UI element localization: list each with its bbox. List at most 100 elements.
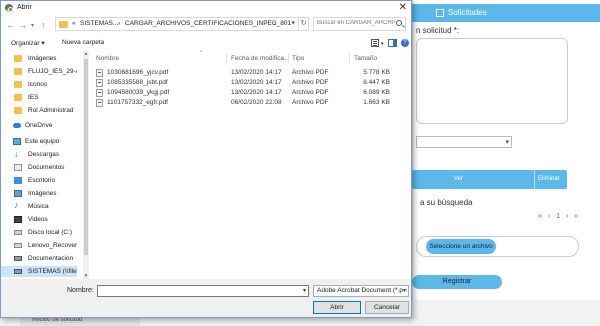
file-row[interactable]: 1030681696_yjcv.pdf 13/02/2020 14:17 Archi… xyxy=(90,68,410,78)
dialog-footer: Nombre: ▾ Adobe Acrobat Document (*.pd ▾… xyxy=(1,279,411,317)
file-modified: 13/02/2020 14:17 xyxy=(231,89,282,96)
sidebar-item-label: Lenovo_Recover xyxy=(28,242,77,249)
help-icon[interactable]: ? xyxy=(401,39,409,47)
file-row[interactable]: 1085335588_jsbt.pdf 13/02/2020 14:17 Archi… xyxy=(90,78,410,88)
request-textarea[interactable] xyxy=(416,38,568,124)
filename-label: Nombre: xyxy=(67,287,94,294)
file-row[interactable]: 1094580039_ykgj.pdf 13/02/2020 14:17 Archi… xyxy=(90,88,410,98)
sidebar-item[interactable]: FLUJO_IES_29-AB xyxy=(1,66,77,77)
sidebar-item[interactable]: Imágenes xyxy=(1,188,77,199)
drive-icon xyxy=(14,230,22,235)
chevron-down-icon: ▾ xyxy=(402,286,406,296)
sidebar-item[interactable]: Documentos xyxy=(1,162,77,173)
sort-chevron-icon: ^ xyxy=(200,50,203,56)
refresh-icon[interactable]: ↻ xyxy=(299,17,309,31)
folder-icon xyxy=(14,94,22,101)
sidebar-item[interactable]: Imágenes✱ xyxy=(1,53,77,64)
file-type-select[interactable]: Adobe Acrobat Document (*.pd ▾ xyxy=(313,285,409,297)
file-type: Archivo PDF xyxy=(292,69,329,76)
sidebar-item[interactable]: Descargas xyxy=(1,149,77,160)
new-folder-button[interactable]: Nueva carpeta xyxy=(62,39,104,46)
recent-chevron-icon[interactable]: ▾ xyxy=(31,22,34,29)
sidebar-item[interactable]: IES xyxy=(1,92,77,103)
chevron-down-icon[interactable]: ▾ xyxy=(303,287,306,294)
column-divider xyxy=(349,53,350,63)
pictures-icon xyxy=(14,190,22,197)
file-modified: 06/02/2020 22:08 xyxy=(231,99,282,106)
preview-pane-icon[interactable] xyxy=(388,39,397,47)
sidebar-item[interactable]: Videos xyxy=(1,214,77,225)
close-icon[interactable]: ✕ xyxy=(399,2,407,13)
column-name[interactable]: Nombre xyxy=(96,55,119,62)
open-button[interactable]: Abrir xyxy=(313,301,361,314)
list-icon xyxy=(436,9,444,17)
pdf-file-icon xyxy=(96,99,103,107)
delete-column-label: Eliminar xyxy=(538,176,560,182)
page-header: Solicitudes xyxy=(412,4,600,22)
chevron-down-icon: ▾ xyxy=(505,139,509,146)
search-icon xyxy=(396,20,402,26)
sidebar-item[interactable]: Lenovo_Recover xyxy=(1,240,77,251)
file-list: ^ Nombre Fecha de modifica... Tipo Tamañ… xyxy=(90,50,410,279)
sidebar-item[interactable]: Escritorio xyxy=(1,175,77,186)
request-label: n solicitud *: xyxy=(416,26,460,35)
computer-icon xyxy=(13,138,21,145)
breadcrumb-sistemas[interactable]: SISTEMAS... xyxy=(80,20,118,27)
file-size: 5.778 KB xyxy=(363,69,390,76)
view-options-icon[interactable] xyxy=(371,39,379,47)
forward-arrow-icon[interactable]: → xyxy=(18,20,27,30)
sidebar-item[interactable]: Documentacion xyxy=(1,253,77,264)
search-input[interactable]: Buscar en CARGAR_ARCHIVO... xyxy=(313,17,406,31)
back-arrow-icon[interactable]: ← xyxy=(6,20,15,30)
document-icon xyxy=(14,164,22,171)
column-size[interactable]: Tamaño xyxy=(354,55,377,62)
cloud-icon xyxy=(13,123,21,128)
dialog-titlebar[interactable]: Abrir ✕ xyxy=(1,1,411,15)
folder-icon xyxy=(14,68,22,75)
sidebar-item-label: Disco local (C:) xyxy=(28,229,73,236)
file-row[interactable]: 1101757332_egfr.pdf 06/02/2020 22:08 Archi… xyxy=(90,98,410,108)
sidebar-item-label: IES xyxy=(28,94,39,101)
sidebar-item[interactable]: OneDrive xyxy=(1,120,77,131)
breadcrumb-current-folder[interactable]: CARGAR_ARCHIVOS_CERTIFICACIONES_INPEC_80… xyxy=(125,20,291,27)
select-file-button[interactable]: Seleccione un archivo xyxy=(426,239,496,254)
pagination[interactable]: « ‹ 1 › » xyxy=(538,213,580,220)
navigation-pane: Imágenes✱ FLUJO_IES_29-AB Iconos IES Rol Adm… xyxy=(1,51,83,279)
dialog-toolbar: Organizar ▾ Nueva carpeta ▾ ? xyxy=(1,36,411,50)
chevron-down-icon[interactable]: ▾ xyxy=(291,19,295,27)
column-type[interactable]: Tipo xyxy=(292,55,304,62)
column-modified[interactable]: Fecha de modifica... xyxy=(231,55,290,62)
filename-input[interactable]: ▾ xyxy=(97,285,309,297)
scroll-thumb[interactable] xyxy=(84,59,88,255)
up-arrow-icon[interactable]: ↑ xyxy=(41,20,46,30)
sidebar-item[interactable]: Este equipo xyxy=(1,136,77,147)
category-select[interactable]: ▾ xyxy=(416,136,512,148)
open-file-dialog: Abrir ✕ ← → ▾ ↑ « SISTEMAS... › CARGAR_A… xyxy=(0,0,412,318)
sidebar-item-label: Documentacion xyxy=(28,255,74,262)
chevron-down-icon[interactable]: ▾ xyxy=(381,41,384,47)
page-title: Solicitudes xyxy=(448,8,487,17)
sidebar-item[interactable]: SISTEMAS (\\file xyxy=(1,266,77,277)
breadcrumb-overflow[interactable]: « xyxy=(72,20,76,27)
pdf-file-icon xyxy=(96,69,103,77)
network-drive-icon xyxy=(14,269,22,274)
view-column-label: Ver xyxy=(454,176,464,182)
sidebar-item[interactable]: Rol Administrad xyxy=(1,105,77,116)
scroll-up-icon[interactable]: ▲ xyxy=(83,51,89,57)
sidebar-item-label: Descargas xyxy=(28,151,60,158)
sidebar-item-label: Música xyxy=(28,203,49,210)
address-bar[interactable]: « SISTEMAS... › CARGAR_ARCHIVOS_CERTIFIC… xyxy=(55,17,299,31)
sidebar-item[interactable]: Iconos xyxy=(1,79,77,90)
organize-menu[interactable]: Organizar ▾ xyxy=(11,39,45,47)
file-name: 1094580039_ykgj.pdf xyxy=(107,89,170,96)
file-size: 1.663 KB xyxy=(363,99,390,106)
cancel-button[interactable]: Cancelar xyxy=(365,301,409,314)
register-button[interactable]: Registrar xyxy=(412,275,502,289)
video-icon xyxy=(14,216,22,223)
sidebar-item[interactable]: Disco local (C:) xyxy=(1,227,77,238)
sidebar-scrollbar[interactable]: ▲ ▼ xyxy=(83,51,89,279)
folder-icon xyxy=(59,21,68,28)
bottom-tab[interactable]: Recibo de solicitud xyxy=(20,317,140,326)
sidebar-item[interactable]: Música xyxy=(1,201,77,212)
download-icon xyxy=(14,149,22,159)
